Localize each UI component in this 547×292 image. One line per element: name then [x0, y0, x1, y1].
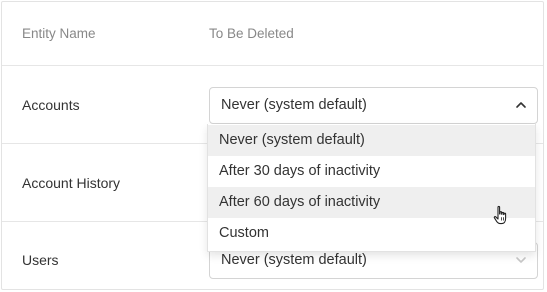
column-header-entity-name: Entity Name [22, 26, 96, 41]
dropdown-option-custom[interactable]: Custom [208, 218, 535, 249]
accounts-retention-dropdown-menu: Never (system default) After 30 days of … [207, 124, 536, 252]
row-label-account-history: Account History [22, 175, 121, 191]
dropdown-option-60-days[interactable]: After 60 days of inactivity [208, 187, 535, 218]
select-value: Never (system default) [221, 97, 367, 113]
row-label-accounts: Accounts [22, 97, 80, 113]
dropdown-option-30-days[interactable]: After 30 days of inactivity [208, 156, 535, 187]
row-label-users: Users [22, 252, 59, 268]
chevron-up-icon [516, 102, 526, 108]
chevron-down-icon [516, 257, 526, 263]
column-header-to-be-deleted: To Be Deleted [209, 26, 294, 41]
table-header: Entity Name To Be Deleted [2, 2, 543, 66]
select-value: Never (system default) [221, 252, 367, 268]
dropdown-option-never[interactable]: Never (system default) [208, 125, 535, 156]
accounts-retention-select[interactable]: Never (system default) [209, 87, 538, 124]
